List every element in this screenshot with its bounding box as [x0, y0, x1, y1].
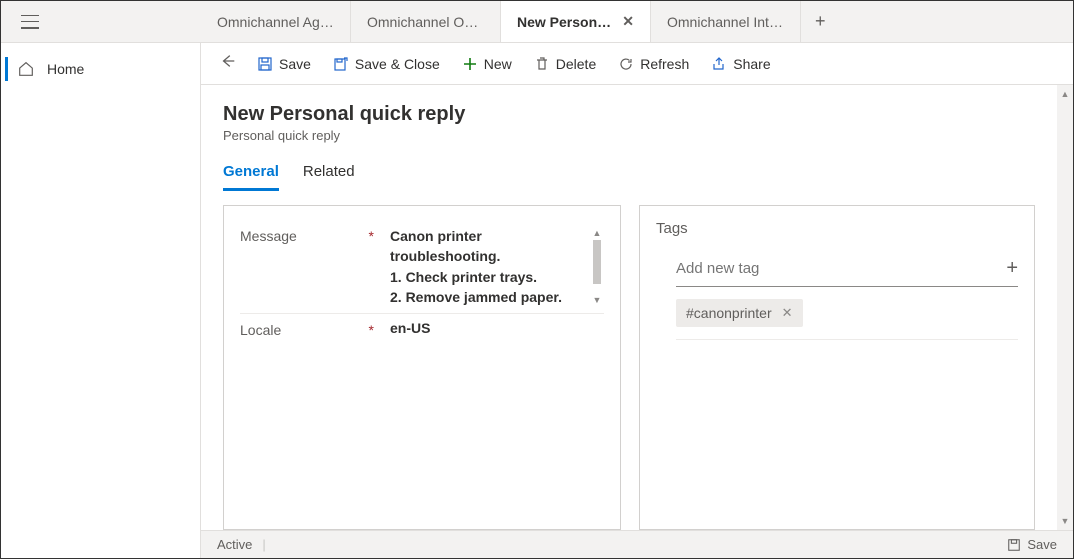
tags-title: Tags	[656, 220, 1018, 237]
delete-button[interactable]: Delete	[524, 48, 606, 80]
locale-input[interactable]: en-US	[390, 320, 604, 338]
add-tag-input[interactable]	[676, 260, 1006, 277]
status-bar: Active | Save	[201, 530, 1073, 558]
home-icon	[17, 60, 35, 78]
form-tab-related[interactable]: Related	[303, 163, 355, 191]
back-arrow-icon	[219, 52, 237, 70]
label-text: Locale	[240, 322, 281, 338]
hamburger-menu-icon[interactable]	[21, 15, 39, 29]
plus-icon	[462, 56, 478, 72]
refresh-icon	[618, 56, 634, 72]
message-value: Canon printer troubleshooting. 1. Check …	[390, 226, 584, 307]
message-input[interactable]: Canon printer troubleshooting. 1. Check …	[390, 226, 604, 307]
locale-value: en-US	[390, 320, 430, 336]
tab-strip: Omnichannel Age... Omnichannel Ong... Ne…	[201, 1, 1073, 42]
tag-chip-list: #canonprinter ✕	[676, 299, 1018, 340]
save-icon	[1007, 538, 1021, 552]
tab-label: Omnichannel Intra...	[667, 14, 784, 30]
share-button[interactable]: Share	[701, 48, 780, 80]
save-close-icon	[333, 56, 349, 72]
required-marker: *	[369, 228, 374, 244]
left-nav: Home	[1, 43, 201, 558]
remove-tag-icon[interactable]: ✕	[782, 305, 793, 321]
save-close-button[interactable]: Save & Close	[323, 48, 450, 80]
footer-save-button[interactable]: Save	[1007, 537, 1057, 552]
close-tab-icon[interactable]: ✕	[622, 13, 634, 30]
nav-item-home[interactable]: Home	[1, 49, 200, 89]
form-content: New Personal quick reply Personal quick …	[201, 85, 1057, 530]
cmd-label: Save	[279, 56, 311, 72]
nav-item-label: Home	[47, 61, 84, 77]
tab-omnichannel-agent[interactable]: Omnichannel Age...	[201, 1, 351, 42]
add-tab-button[interactable]: +	[801, 1, 840, 42]
scroll-up-icon: ▲	[1061, 89, 1070, 99]
chip-label: #canonprinter	[686, 305, 772, 321]
save-button[interactable]: Save	[247, 48, 321, 80]
tab-omnichannel-intraday[interactable]: Omnichannel Intra...	[651, 1, 801, 42]
add-tag-plus-icon[interactable]: +	[1006, 257, 1018, 280]
tag-chip[interactable]: #canonprinter ✕	[676, 299, 803, 327]
new-button[interactable]: New	[452, 48, 522, 80]
field-message: Message * Canon printer troubleshooting.…	[240, 220, 604, 314]
cmd-label: Refresh	[640, 56, 689, 72]
tags-panel: Tags + #canonprinter ✕	[639, 205, 1035, 530]
share-icon	[711, 56, 727, 72]
scroll-down-icon: ▼	[593, 295, 602, 305]
save-icon	[257, 56, 273, 72]
scroll-thumb[interactable]	[593, 240, 601, 284]
form-tab-general[interactable]: General	[223, 163, 279, 191]
content-scrollbar[interactable]: ▲ ▼	[1057, 85, 1073, 530]
tab-new-personal-quick-reply[interactable]: New Personal quick reply ✕	[501, 1, 651, 42]
page-subtitle: Personal quick reply	[223, 128, 1035, 143]
field-label: Message *	[240, 226, 390, 307]
page-title: New Personal quick reply	[223, 103, 1035, 126]
required-marker: *	[369, 322, 374, 338]
refresh-button[interactable]: Refresh	[608, 48, 699, 80]
general-panel: Message * Canon printer troubleshooting.…	[223, 205, 621, 530]
label-text: Message	[240, 228, 297, 244]
cmd-label: Share	[733, 56, 770, 72]
cmd-label: Delete	[556, 56, 596, 72]
command-bar: Save Save & Close New Delete Refresh	[201, 43, 1073, 85]
tab-label: Omnichannel Ong...	[367, 14, 484, 30]
cmd-label: Save & Close	[355, 56, 440, 72]
scroll-up-icon: ▲	[593, 228, 602, 238]
scroll-down-icon: ▼	[1061, 516, 1070, 526]
trash-icon	[534, 56, 550, 72]
field-label: Locale *	[240, 320, 390, 338]
status-text: Active	[217, 537, 252, 552]
textarea-scrollbar[interactable]: ▲ ▼	[590, 226, 604, 307]
field-locale: Locale * en-US	[240, 314, 604, 344]
back-button[interactable]	[211, 52, 245, 75]
add-tag-row: +	[676, 251, 1018, 287]
tab-omnichannel-ongoing[interactable]: Omnichannel Ong...	[351, 1, 501, 42]
footer-save-label: Save	[1027, 537, 1057, 552]
form-tab-strip: General Related	[223, 163, 1035, 191]
tab-label: New Personal quick reply	[517, 14, 612, 30]
separator: |	[262, 537, 265, 552]
tab-label: Omnichannel Age...	[217, 14, 334, 30]
cmd-label: New	[484, 56, 512, 72]
